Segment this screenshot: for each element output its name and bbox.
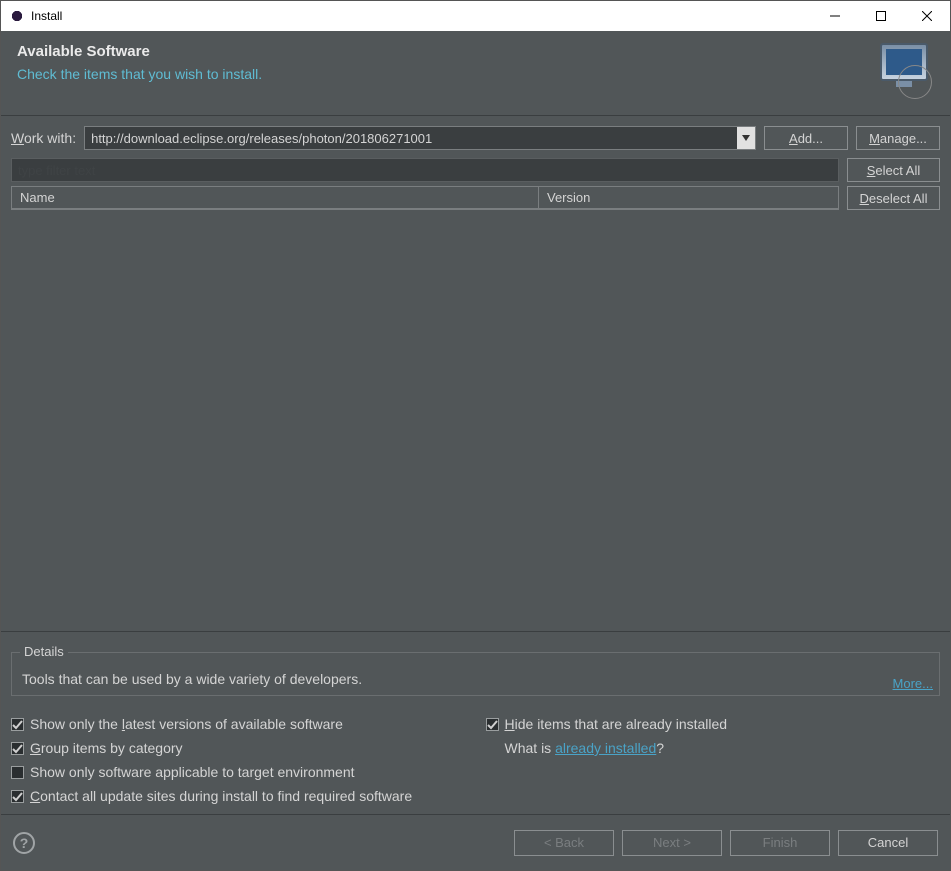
work-with-label: Work with:	[11, 130, 76, 146]
banner-subtitle: Check the items that you wish to install…	[17, 66, 262, 82]
back-button[interactable]: < Back	[514, 830, 614, 856]
filter-input[interactable]	[12, 163, 838, 178]
tree-header: Name Version	[12, 187, 838, 209]
opt-target[interactable]: Show only software applicable to target …	[11, 764, 466, 780]
software-tree[interactable]: Name Version Application Development Fra…	[11, 186, 839, 210]
add-button[interactable]: Add...	[764, 126, 848, 150]
details-more-link[interactable]: More...	[893, 676, 933, 691]
opt-hide[interactable]: Hide items that are already installed	[486, 716, 941, 732]
opt-latest-checkbox[interactable]	[11, 718, 24, 731]
banner-title: Available Software	[17, 43, 262, 60]
filter-input-container[interactable]	[11, 158, 839, 182]
wizard-footer: ? < Back Next > Finish Cancel	[1, 814, 950, 870]
opt-group-checkbox[interactable]	[11, 742, 24, 755]
client-area: Available Software Check the items that …	[1, 31, 950, 870]
deselect-all-button[interactable]: Deselect All	[847, 186, 940, 210]
details-group: Details Tools that can be used by a wide…	[11, 652, 940, 696]
column-name[interactable]: Name	[12, 187, 539, 208]
app-icon	[9, 8, 25, 24]
opt-hide-checkbox[interactable]	[486, 718, 499, 731]
what-is-installed: What is already installed?	[486, 740, 941, 756]
column-version[interactable]: Version	[539, 187, 838, 208]
help-icon[interactable]: ?	[13, 832, 35, 854]
work-with-input[interactable]	[85, 127, 737, 149]
details-legend: Details	[20, 644, 68, 659]
close-button[interactable]	[904, 1, 950, 31]
window-title: Install	[31, 9, 812, 23]
install-window: Install Available Software Check the ite…	[0, 0, 951, 871]
work-with-dropdown-button[interactable]	[737, 127, 755, 149]
opt-group[interactable]: Group items by category	[11, 740, 466, 756]
work-with-combo[interactable]	[84, 126, 756, 150]
options-grid: Show only the latest versions of availab…	[11, 712, 940, 814]
minimize-button[interactable]	[812, 1, 858, 31]
titlebar: Install	[1, 1, 950, 31]
opt-target-checkbox[interactable]	[11, 766, 24, 779]
finish-button[interactable]: Finish	[730, 830, 830, 856]
cancel-button[interactable]: Cancel	[838, 830, 938, 856]
already-installed-link[interactable]: already installed	[555, 740, 656, 756]
manage-button[interactable]: Manage...	[856, 126, 940, 150]
select-all-button[interactable]: Select All	[847, 158, 940, 182]
opt-contact[interactable]: Contact all update sites during install …	[11, 788, 940, 804]
opt-latest[interactable]: Show only the latest versions of availab…	[11, 716, 466, 732]
maximize-button[interactable]	[858, 1, 904, 31]
details-text: Tools that can be used by a wide variety…	[22, 671, 929, 687]
banner: Available Software Check the items that …	[1, 31, 950, 116]
next-button[interactable]: Next >	[622, 830, 722, 856]
section-divider	[1, 631, 950, 632]
install-wizard-icon	[876, 43, 932, 99]
work-with-row: Work with: Add... Manage...	[11, 126, 940, 150]
opt-contact-checkbox[interactable]	[11, 790, 24, 803]
